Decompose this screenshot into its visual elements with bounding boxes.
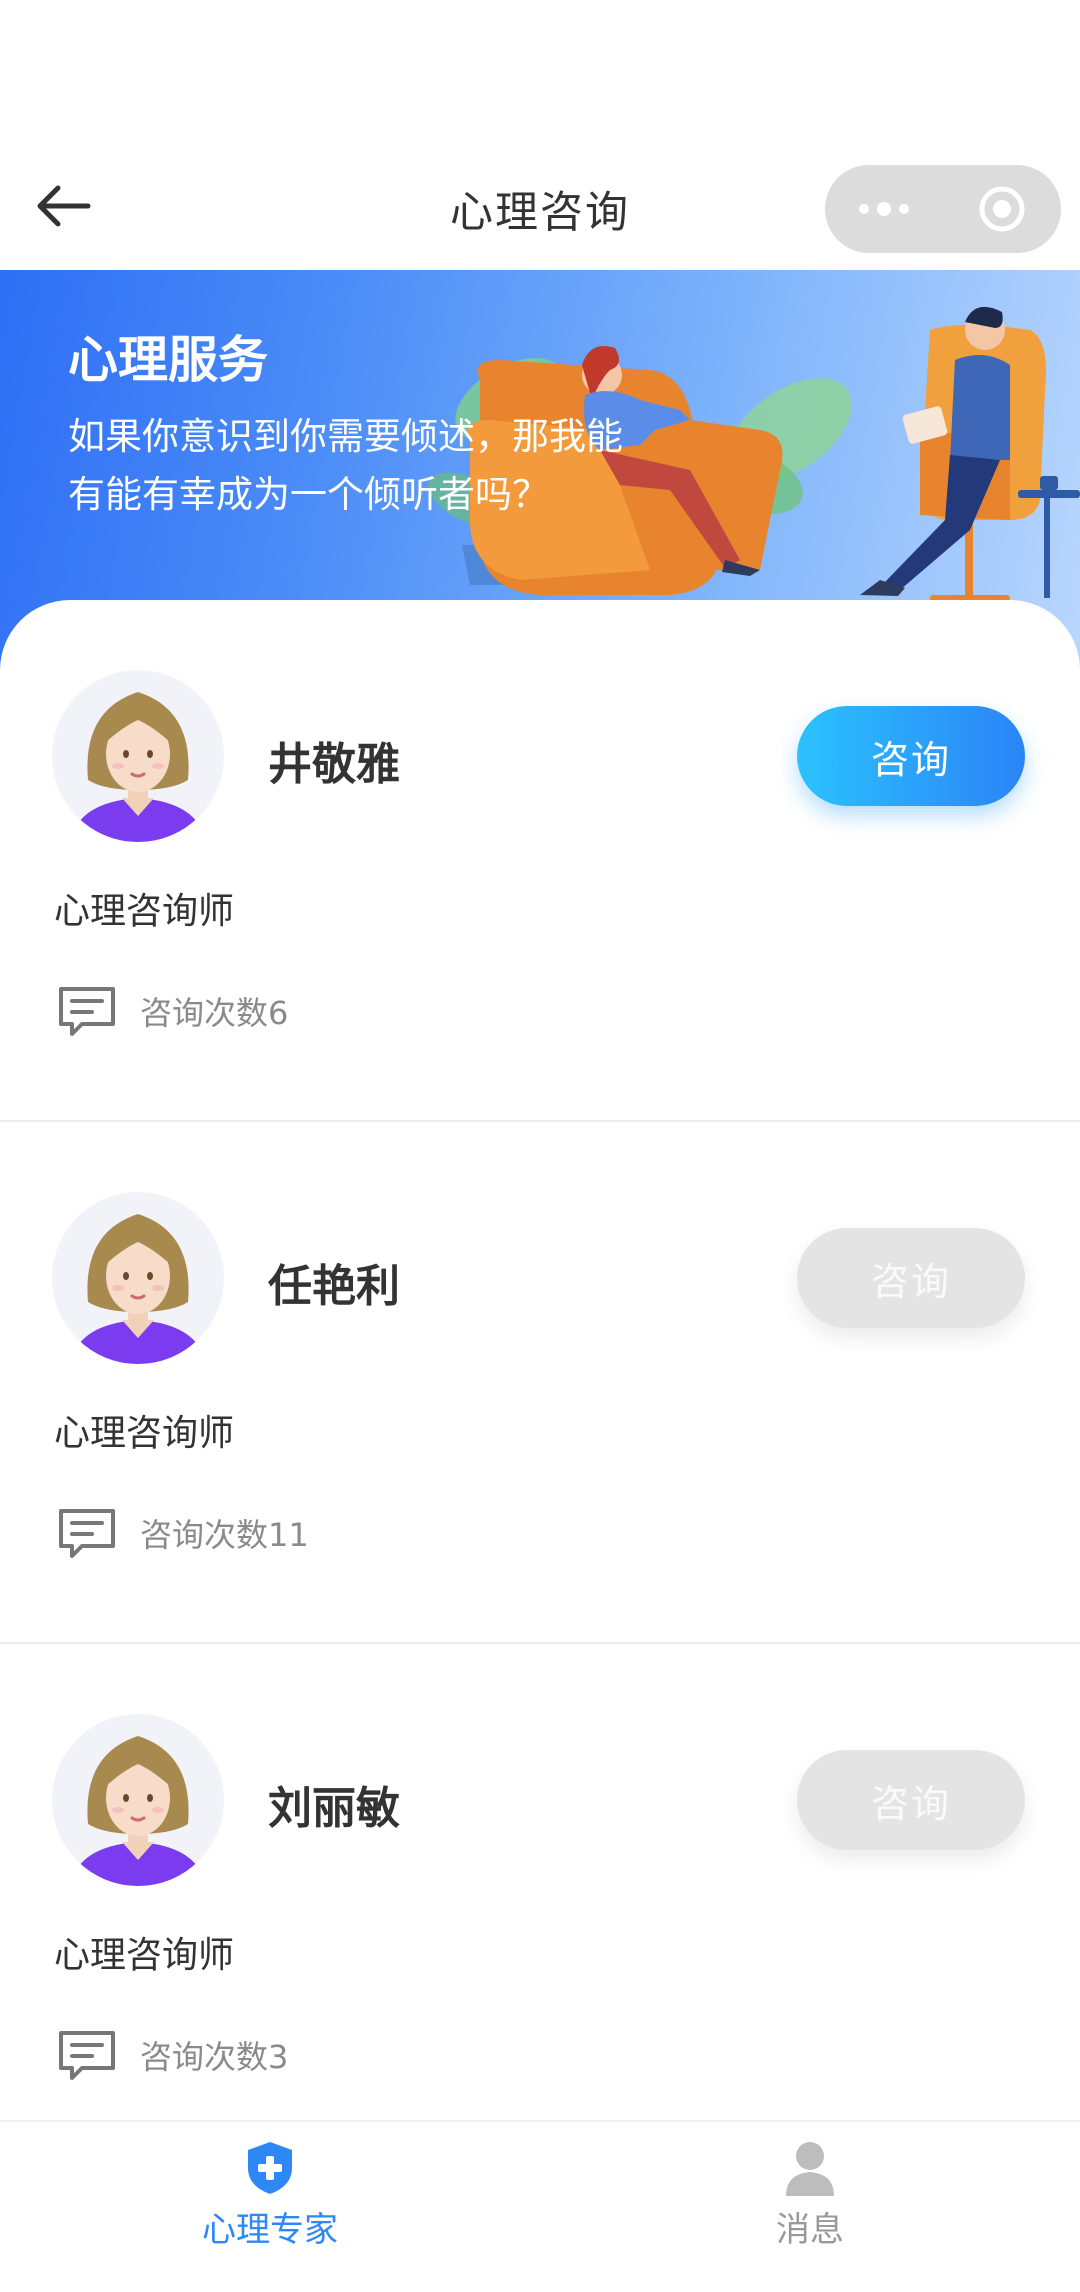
consult-count-row: 咨询次数3 [56,2028,288,2082]
avatar [52,1192,224,1364]
counselor-list: 井敬雅 咨询 心理咨询师 咨询次数6 任艳利 咨询 心理咨询师 咨询次数11 刘… [0,600,1080,2120]
close-mini-program-button[interactable] [943,165,1061,253]
consult-count: 咨询次数6 [140,994,289,1032]
consult-count-row: 咨询次数11 [56,1506,309,1560]
female-avatar-icon [70,692,206,842]
consult-count: 咨询次数11 [140,1516,309,1554]
target-circle-icon [979,186,1025,232]
counselor-role: 心理咨询师 [54,891,235,932]
user-icon [786,2142,834,2196]
consult-button[interactable]: 咨询 [797,1750,1025,1850]
message-icon [59,987,115,1036]
avatar [52,670,224,842]
counselor-role: 心理咨询师 [54,1413,235,1454]
counselor-role: 心理咨询师 [54,1935,235,1976]
counselor-name: 井敬雅 [268,739,400,790]
consult-count-row: 咨询次数6 [56,984,288,1038]
mini-program-capsule [825,165,1061,253]
tab-messages[interactable]: 消息 [540,2122,1080,2292]
bottom-tab-bar: 心理专家 消息 [0,2120,1080,2292]
more-button[interactable] [825,165,943,253]
counselor-name: 刘丽敏 [268,1783,400,1834]
consult-count: 咨询次数3 [140,2038,289,2076]
consult-button[interactable]: 咨询 [797,1228,1025,1328]
counselor-card[interactable]: 井敬雅 咨询 心理咨询师 咨询次数6 [0,600,1080,1122]
counselor-card[interactable]: 任艳利 咨询 心理咨询师 咨询次数11 [0,1122,1080,1644]
message-icon [59,1509,115,1558]
female-avatar-icon [70,1214,206,1364]
avatar [52,1714,224,1886]
tab-label: 消息 [776,2210,844,2250]
more-dots-icon [859,202,909,216]
banner-text: 如果你意识到你需要倾述，那我能有能有幸成为一个倾听者吗？ [68,415,623,516]
banner-title: 心理服务 [68,331,268,389]
counselor-card[interactable]: 刘丽敏 咨询 心理咨询师 咨询次数3 [0,1644,1080,2120]
tab-psych-experts[interactable]: 心理专家 [0,2122,540,2292]
consult-button[interactable]: 咨询 [797,706,1025,806]
message-icon [59,2031,115,2080]
female-avatar-icon [70,1736,206,1886]
tab-label: 心理专家 [202,2210,338,2250]
nav-header: 心理咨询 [0,0,1080,270]
counselor-name: 任艳利 [268,1261,400,1312]
shield-plus-icon [248,2142,292,2194]
